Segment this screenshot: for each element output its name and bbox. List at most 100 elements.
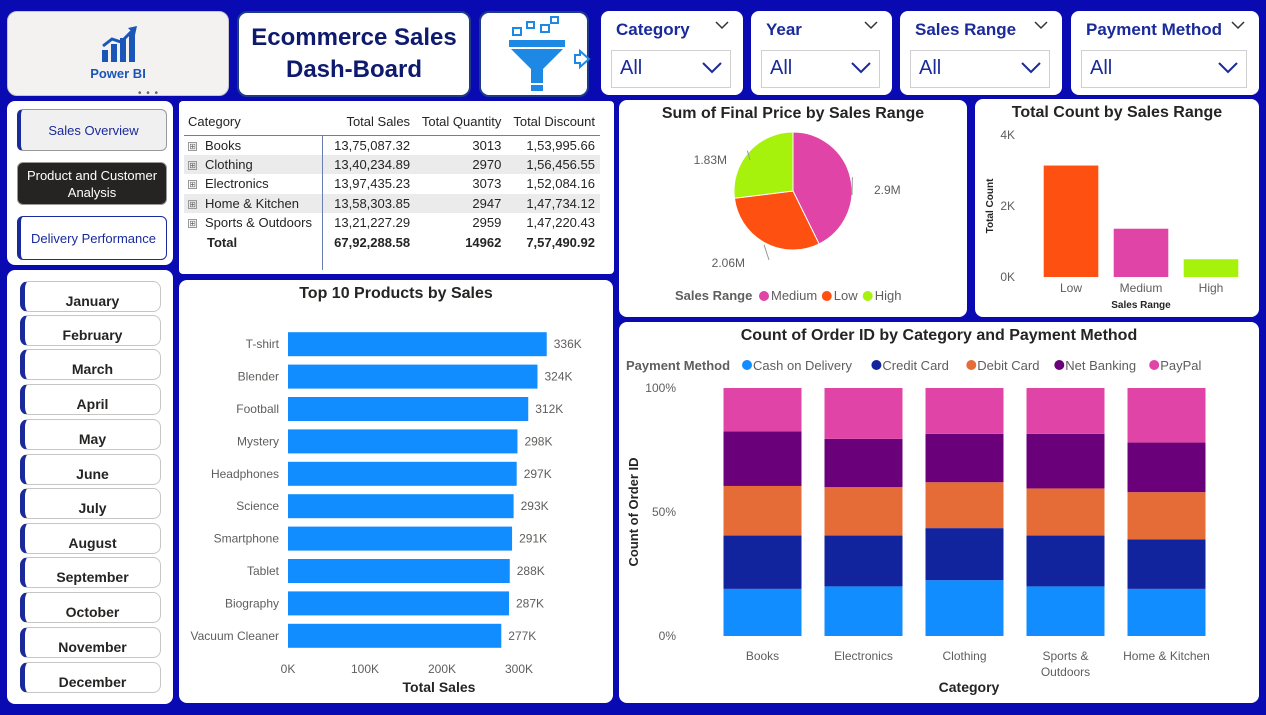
y-tick-label: 0% xyxy=(659,629,677,643)
data-label: 298K xyxy=(524,434,552,448)
month-button-october[interactable]: October xyxy=(20,592,161,623)
chevron-down-icon[interactable] xyxy=(1231,21,1245,30)
y-tick-label: Tablet xyxy=(247,564,280,578)
funnel-filter-icon xyxy=(509,16,591,91)
month-button-april[interactable]: April xyxy=(20,384,161,415)
y-tick-label: Science xyxy=(236,499,279,513)
chevron-down-icon[interactable] xyxy=(715,21,729,30)
data-label: 312K xyxy=(535,402,563,416)
stacked-segment xyxy=(1026,586,1105,636)
stacked-segment xyxy=(925,580,1004,636)
month-button-june[interactable]: June xyxy=(20,454,161,485)
stacked-segment xyxy=(824,487,903,536)
expand-icon[interactable]: ⊞ xyxy=(188,141,197,151)
y-tick-label: Football xyxy=(236,402,279,416)
chevron-down-icon[interactable] xyxy=(1021,62,1041,74)
stacked-segment xyxy=(1026,388,1105,434)
bar-mystery xyxy=(288,429,518,454)
month-button-november[interactable]: November xyxy=(20,627,161,658)
legend-item: Debit Card xyxy=(977,358,1039,373)
more-options-icon[interactable]: • • • xyxy=(138,88,159,99)
month-button-january[interactable]: January xyxy=(20,281,161,312)
month-button-july[interactable]: July xyxy=(20,488,161,519)
dashboard-title-card: Ecommerce Sales Dash-Board xyxy=(237,11,471,97)
total-discount-value: 7,57,490.92 xyxy=(526,234,595,250)
stacked-segment xyxy=(723,535,802,589)
page-navigation: Sales Overview Product and Customer Anal… xyxy=(7,101,173,265)
expand-icon[interactable]: ⊞ xyxy=(188,180,197,190)
top-products-bar-chart: T-shirt 336K Blender 324K Football 312K Myster… xyxy=(191,332,582,695)
table-row: ⊞ Electronics 13,97,435.23 3073 1,52,084.… xyxy=(184,174,600,194)
category-slicer[interactable]: Category All xyxy=(601,11,743,95)
stacked-segment xyxy=(1127,442,1206,493)
pie-legend-item: Low xyxy=(834,288,858,303)
legend-marker xyxy=(871,360,882,370)
year-dropdown[interactable]: All xyxy=(761,50,880,88)
category-dropdown[interactable]: All xyxy=(611,50,731,88)
payment-method-dropdown[interactable]: All xyxy=(1081,50,1247,88)
powerbi-logo-card: Power BI • • • xyxy=(7,11,229,99)
legend-marker xyxy=(966,360,977,370)
chevron-down-icon[interactable] xyxy=(1218,62,1238,74)
column-header-category[interactable]: Category xyxy=(184,109,328,136)
month-button-march[interactable]: March xyxy=(20,349,161,380)
chevron-down-icon[interactable] xyxy=(864,21,878,30)
chart-growth-icon xyxy=(102,26,137,62)
stacked-segment xyxy=(925,433,1004,483)
month-button-february[interactable]: February xyxy=(20,315,161,346)
row-category: Home & Kitchen xyxy=(205,195,299,211)
table-row: ⊞ Home & Kitchen 13,58,303.85 2947 1,47,7… xyxy=(184,193,600,213)
month-button-august[interactable]: August xyxy=(20,523,161,554)
bar-headphones xyxy=(288,461,517,486)
x-tick-label: 0K xyxy=(281,662,296,676)
stacked-segment xyxy=(824,438,903,488)
column-header-total-sales[interactable]: Total Sales xyxy=(327,109,416,136)
y-tick-label: Smartphone xyxy=(214,532,280,546)
chevron-down-icon[interactable] xyxy=(702,62,722,74)
month-button-september[interactable]: September xyxy=(20,557,161,588)
delivery-performance-button[interactable]: Delivery Performance xyxy=(17,216,167,260)
year-slicer-title: Year xyxy=(766,20,802,39)
row-total-sales: 13,58,303.85 xyxy=(327,193,416,213)
stacked-segment xyxy=(723,588,802,636)
dashboard-title: Ecommerce Sales Dash-Board xyxy=(251,24,457,83)
expand-icon[interactable]: ⊞ xyxy=(188,160,197,170)
x-tick-label: Clothing xyxy=(942,649,986,663)
pie-data-label: 2.06M xyxy=(712,256,745,270)
column-header-total-discount[interactable]: Total Discount xyxy=(506,109,600,136)
y-tick-label: 0K xyxy=(1000,270,1015,284)
count-bar-chart: 0K 2K 4K Total Count Low Medium High Sales Rang… xyxy=(985,128,1239,311)
pie-legend-item: Medium xyxy=(771,288,817,303)
bar-blender xyxy=(288,364,538,389)
column-header-total-quantity[interactable]: Total Quantity xyxy=(415,109,507,136)
payment-method-value: All xyxy=(1090,57,1113,79)
x-tick-label: 200K xyxy=(428,662,456,676)
sales-range-pie-card: Sum of Final Price by Sales Range 2.9M 2.… xyxy=(619,100,967,317)
x-tick-label: 300K xyxy=(505,662,533,676)
legend-item: Credit Card xyxy=(882,358,948,373)
sales-range-dropdown[interactable]: All xyxy=(910,50,1050,88)
expand-icon[interactable]: ⊞ xyxy=(188,219,197,229)
chevron-down-icon[interactable] xyxy=(1034,21,1048,30)
legend-marker xyxy=(1054,360,1065,370)
month-button-december[interactable]: December xyxy=(20,662,161,693)
month-button-may[interactable]: May xyxy=(20,419,161,450)
sales-overview-button[interactable]: Sales Overview xyxy=(17,109,167,151)
filter-pane-button[interactable] xyxy=(479,11,591,97)
year-slicer[interactable]: Year All xyxy=(751,11,892,95)
data-label: 297K xyxy=(524,467,552,481)
category-slicer-title: Category xyxy=(616,20,690,39)
row-total-discount: 1,56,456.55 xyxy=(506,154,600,174)
x-tick-label: High xyxy=(1199,281,1224,295)
y-tick-label: Biography xyxy=(225,596,279,610)
legend-title: Payment Method xyxy=(626,358,730,373)
data-label: 287K xyxy=(516,596,544,610)
total-sales-value: 67,92,288.58 xyxy=(334,234,411,250)
chevron-down-icon[interactable] xyxy=(851,62,871,74)
payment-method-slicer[interactable]: Payment Method All xyxy=(1071,11,1259,95)
product-customer-analysis-button[interactable]: Product and Customer Analysis xyxy=(17,162,167,205)
expand-icon[interactable]: ⊞ xyxy=(188,199,197,209)
stacked-segment xyxy=(1127,388,1206,443)
sales-range-slicer[interactable]: Sales Range All xyxy=(900,11,1062,95)
y-axis-title: Total Count xyxy=(985,178,996,233)
